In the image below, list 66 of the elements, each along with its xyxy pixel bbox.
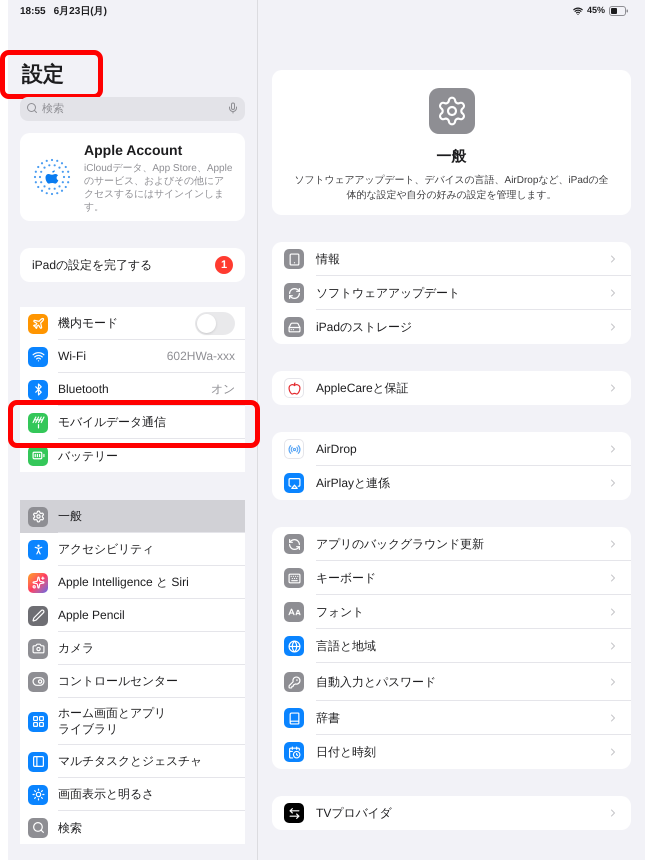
search-icon bbox=[26, 102, 38, 114]
sidebar-item[interactable]: 一般 bbox=[20, 500, 245, 533]
drive-icon bbox=[284, 317, 304, 337]
camera-icon bbox=[28, 638, 48, 658]
settings-row[interactable]: 辞書 bbox=[272, 701, 631, 735]
settings-row[interactable]: 日付と時刻 bbox=[272, 735, 631, 769]
microphone-icon bbox=[227, 102, 239, 114]
antenna-icon bbox=[28, 412, 48, 432]
apple-icon bbox=[284, 378, 304, 398]
header-description: ソフトウェアアップデート、デバイスの言語、AirDropなど、iPadの全体的な設定や自分の好みの設定を管理します。 bbox=[294, 174, 610, 202]
setup-label: iPadの設定を完了する bbox=[32, 257, 152, 274]
settings-row[interactable]: iPadのストレージ bbox=[272, 310, 631, 344]
settings-row[interactable]: AppleCareと保証 bbox=[272, 371, 631, 405]
accessibility-icon bbox=[28, 540, 48, 560]
wifi-icon bbox=[572, 6, 583, 16]
grid-icon bbox=[28, 712, 48, 732]
account-avatar-icon bbox=[32, 157, 72, 197]
settings-row[interactable]: ソフトウェアアップデート bbox=[272, 276, 631, 310]
airdrop-icon bbox=[284, 439, 304, 459]
settings-row[interactable]: 自動入力とパスワード bbox=[272, 663, 631, 701]
account-name: Apple Account bbox=[84, 141, 184, 160]
battery-percent: 45% bbox=[586, 4, 605, 18]
gear-icon bbox=[428, 88, 474, 134]
panels-icon bbox=[28, 752, 48, 772]
settings-row[interactable]: アプリのバックグラウンド更新 bbox=[272, 527, 631, 561]
refresh-icon bbox=[284, 534, 304, 554]
settings-row[interactable]: キーボード bbox=[272, 561, 631, 595]
plane-icon bbox=[28, 314, 48, 334]
setup-card[interactable]: iPadの設定を完了する 1 bbox=[20, 248, 245, 282]
status-time: 18:55 bbox=[20, 4, 46, 18]
gear-icon bbox=[28, 506, 48, 526]
sparkle-icon bbox=[28, 572, 48, 592]
settings-row[interactable]: フォント bbox=[272, 595, 631, 629]
pen-icon bbox=[28, 606, 48, 626]
account-card[interactable]: Apple Account iCloudデータ、App Store、Appleのサービス、およびその他にアクセスするにはサインインします。 bbox=[20, 133, 245, 221]
book-icon bbox=[284, 708, 304, 728]
status-date: 6月23日(月) bbox=[54, 4, 107, 18]
notification-badge: 1 bbox=[215, 256, 233, 274]
settings-row[interactable]: AirPlayと連係 bbox=[272, 466, 631, 500]
tablet-icon bbox=[284, 249, 304, 269]
globe-icon bbox=[284, 636, 304, 656]
search-icon bbox=[28, 818, 48, 838]
page-title: 設定 bbox=[22, 62, 64, 88]
search-field[interactable]: 検索 bbox=[20, 97, 245, 121]
battery-icon bbox=[609, 6, 629, 16]
row-value: オン bbox=[211, 381, 235, 398]
key-icon bbox=[284, 672, 304, 692]
calendar-icon bbox=[284, 742, 304, 762]
toggle-switch[interactable] bbox=[195, 312, 235, 334]
settings-row[interactable]: TVプロバイダ bbox=[272, 796, 631, 830]
switches-icon bbox=[28, 672, 48, 692]
header-title: 一般 bbox=[436, 147, 466, 167]
settings-row[interactable]: 情報 bbox=[272, 242, 631, 276]
arrows-icon bbox=[284, 803, 304, 823]
type-icon bbox=[284, 602, 304, 622]
bluetooth-icon bbox=[28, 380, 48, 400]
airplay-icon bbox=[284, 473, 304, 493]
settings-row[interactable]: AirDrop bbox=[272, 432, 631, 466]
account-description: iCloudデータ、App Store、Appleのサービス、およびその他にアクセスするにはサインインします。 bbox=[84, 162, 233, 214]
refresh-icon bbox=[284, 283, 304, 303]
settings-row[interactable]: 言語と地域 bbox=[272, 629, 631, 663]
keyboard-icon bbox=[284, 568, 304, 588]
sidebar-item[interactable]: 機内モード bbox=[20, 307, 245, 340]
wifi-icon bbox=[28, 346, 48, 366]
row-value: 602HWa-xxx bbox=[166, 348, 235, 365]
sun-icon bbox=[28, 784, 48, 804]
